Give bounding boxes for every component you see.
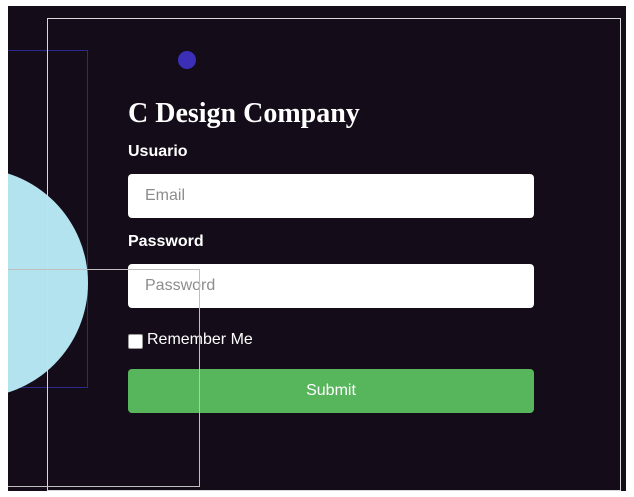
login-page-background: C Design Company Usuario Password Rememb…: [8, 6, 626, 491]
email-input[interactable]: [128, 174, 534, 218]
username-label: Usuario: [128, 143, 188, 160]
company-title: C Design Company: [128, 98, 360, 129]
decorative-gray-rectangle: [8, 269, 200, 487]
password-label: Password: [128, 233, 204, 250]
